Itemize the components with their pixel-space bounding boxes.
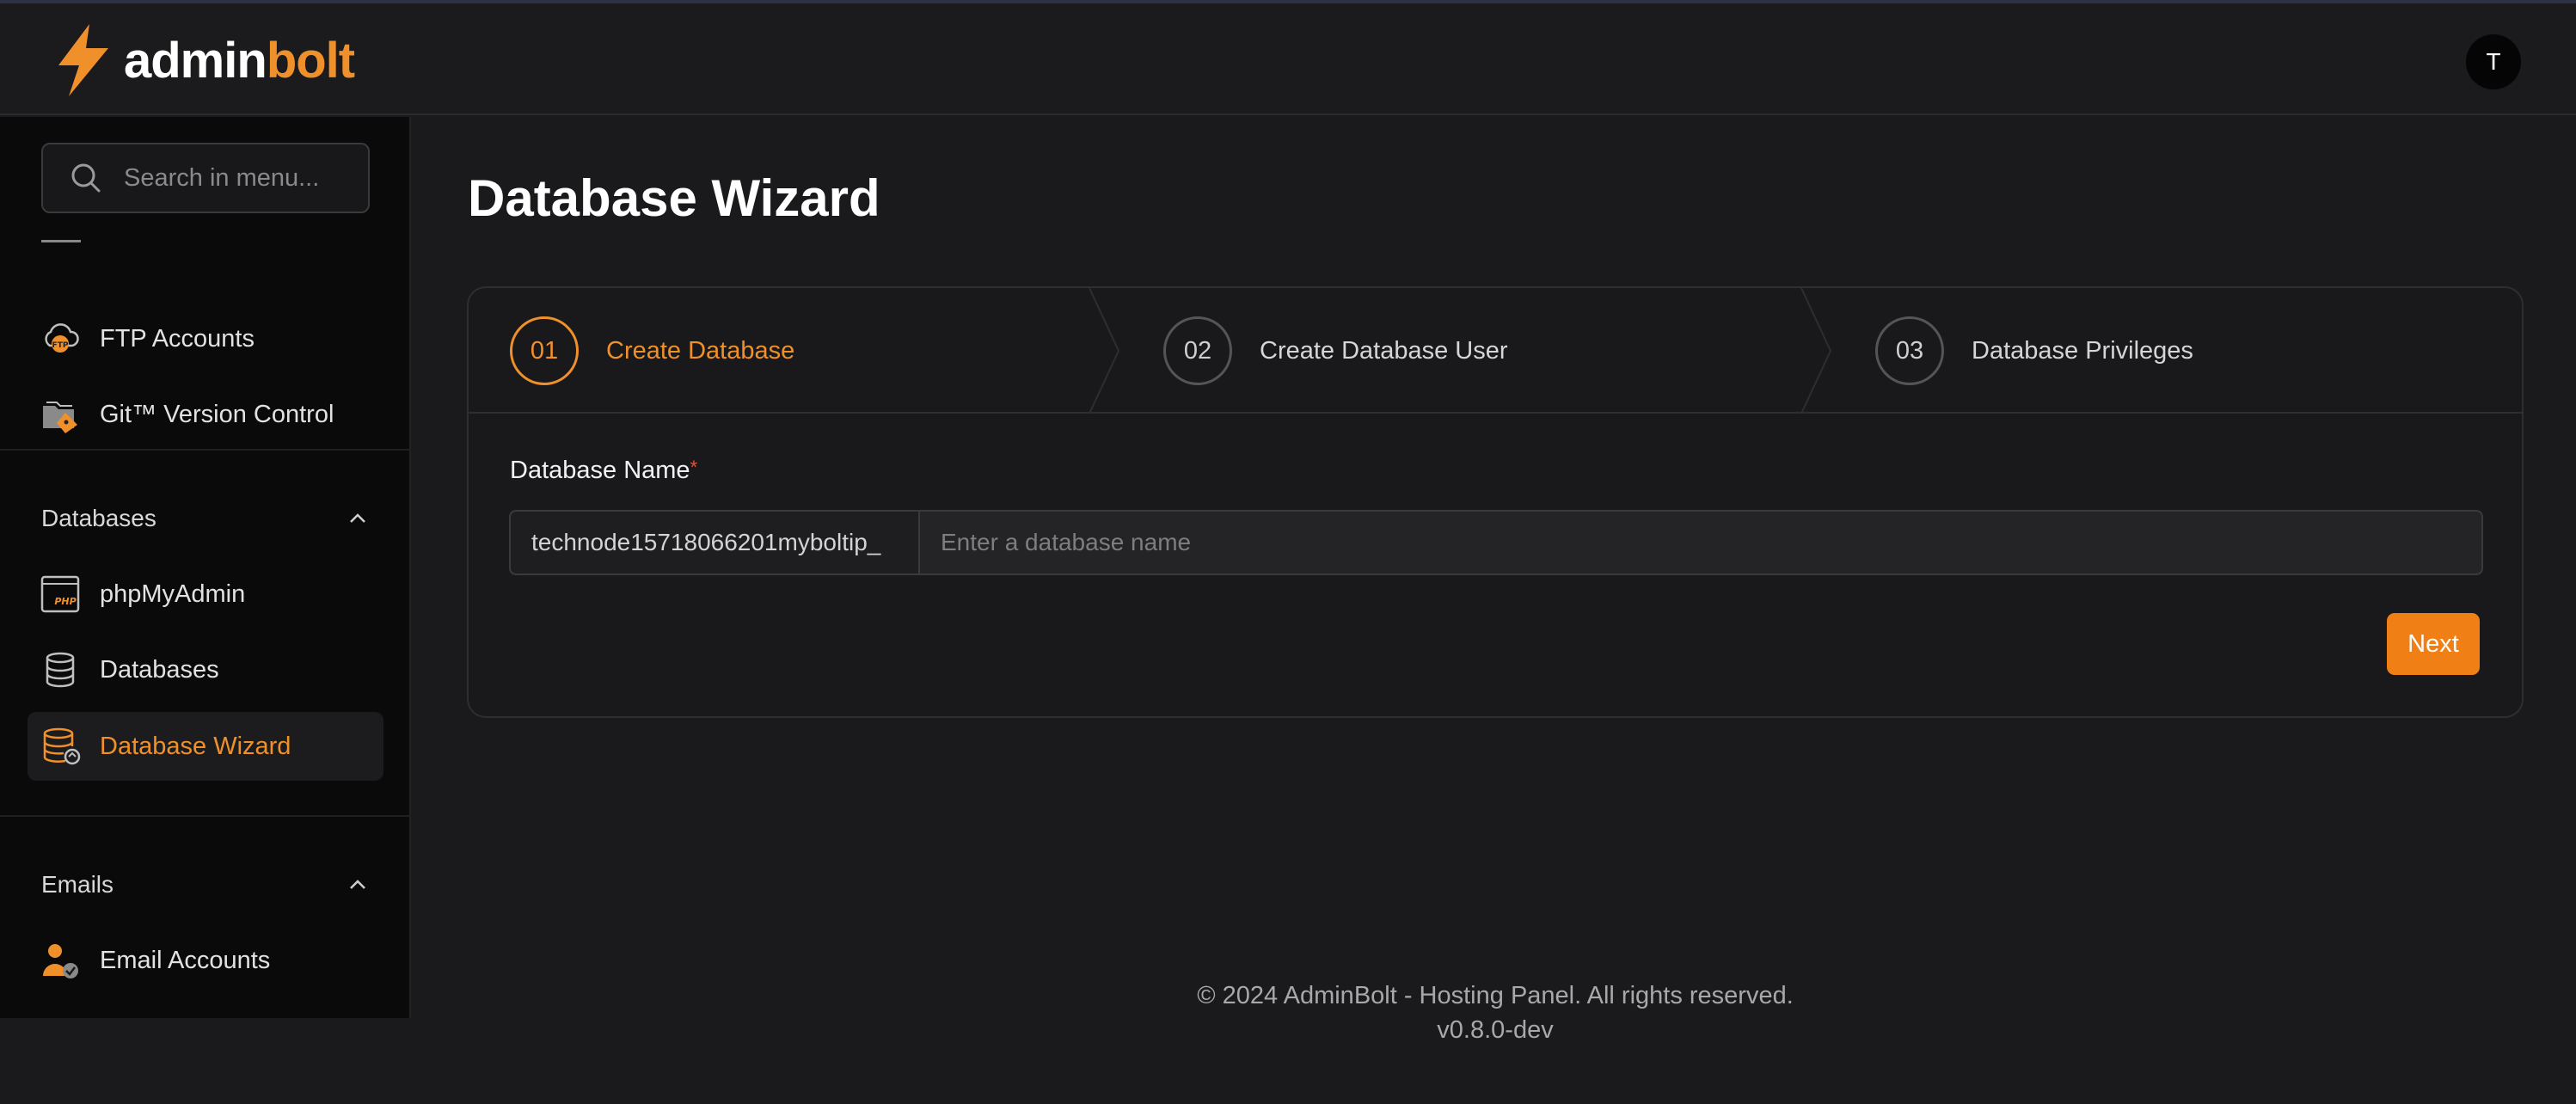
lightning-bolt-icon <box>58 24 108 96</box>
sidebar-item-phpmyadmin[interactable]: PHP phpMyAdmin <box>28 560 383 629</box>
step-number: 02 <box>1163 316 1232 385</box>
sidebar: FTP FTP Accounts Git™ Version Control Da… <box>0 117 411 1018</box>
step-separator-chevron-icon <box>1800 288 1832 414</box>
sidebar-item-email-accounts[interactable]: Email Accounts <box>28 926 383 995</box>
step-number: 03 <box>1875 316 1944 385</box>
ftp-cloud-icon: FTP <box>40 318 81 359</box>
sidebar-item-label: FTP Accounts <box>100 324 255 353</box>
email-user-icon <box>40 940 81 981</box>
sidebar-search-input[interactable] <box>124 163 356 193</box>
field-label-text: Database Name <box>510 457 690 484</box>
sidebar-item-label: phpMyAdmin <box>100 580 246 608</box>
sidebar-item-git-version-control[interactable]: Git™ Version Control <box>28 380 383 449</box>
chevron-up-icon <box>350 880 365 889</box>
sidebar-item-label: Databases <box>100 655 219 684</box>
brand-name-part1: admin <box>124 32 267 89</box>
version-text: v0.8.0-dev <box>1437 1016 1554 1044</box>
required-asterisk: * <box>690 457 698 478</box>
database-wizard-icon <box>40 726 81 767</box>
php-window-icon: PHP <box>40 573 81 615</box>
database-prefix: technode15718066201myboltip_ <box>511 512 920 573</box>
page-title: Database Wizard <box>468 169 880 227</box>
sidebar-search <box>41 143 370 213</box>
user-avatar[interactable]: T <box>2466 34 2521 89</box>
database-name-input[interactable] <box>920 512 2481 573</box>
sidebar-divider <box>0 815 409 817</box>
section-header-databases[interactable]: Databases <box>41 497 370 540</box>
wizard-step-database-privileges[interactable]: 03 Database Privileges <box>1875 288 2193 414</box>
step-label: Create Database <box>606 336 795 365</box>
step-number: 01 <box>510 316 579 385</box>
section-header-emails[interactable]: Emails <box>41 863 370 906</box>
chevron-up-icon <box>350 513 365 523</box>
step-label: Create Database User <box>1260 336 1508 365</box>
sidebar-item-label: Git™ Version Control <box>100 400 334 428</box>
sidebar-divider <box>0 449 409 451</box>
top-header: adminbolt T <box>0 3 2576 115</box>
brand-name-part2: bolt <box>266 32 355 89</box>
wizard-card: 01 Create Database 02 Create Database Us… <box>467 286 2524 718</box>
brand-name: adminbolt <box>124 32 355 89</box>
section-title: Databases <box>41 505 156 531</box>
database-name-label: Database Name* <box>510 457 697 485</box>
clipped-menu-item <box>41 237 81 242</box>
brand-logo[interactable]: adminbolt <box>52 22 355 98</box>
sidebar-item-ftp-accounts[interactable]: FTP FTP Accounts <box>28 304 383 373</box>
svg-text:FTP: FTP <box>52 341 69 350</box>
database-icon <box>40 649 81 690</box>
next-button[interactable]: Next <box>2387 613 2480 675</box>
wizard-step-create-database-user[interactable]: 02 Create Database User <box>1163 288 1508 414</box>
wizard-step-create-database[interactable]: 01 Create Database <box>510 288 794 414</box>
git-folder-icon <box>40 394 81 435</box>
step-label: Database Privileges <box>1972 336 2193 365</box>
wizard-steps: 01 Create Database 02 Create Database Us… <box>469 288 2522 414</box>
database-name-input-group: technode15718066201myboltip_ <box>509 510 2483 575</box>
sidebar-item-label: Database Wizard <box>100 732 291 760</box>
sidebar-item-label: Email Accounts <box>100 946 271 974</box>
sidebar-item-database-wizard[interactable]: Database Wizard <box>28 712 383 781</box>
sidebar-item-databases[interactable]: Databases <box>28 635 383 704</box>
section-title: Emails <box>41 871 114 898</box>
search-icon <box>71 163 101 193</box>
copyright-text: © 2024 AdminBolt - Hosting Panel. All ri… <box>1197 982 1794 1009</box>
step-separator-chevron-icon <box>1089 288 1120 414</box>
svg-text:PHP: PHP <box>54 596 76 607</box>
page-footer: © 2024 AdminBolt - Hosting Panel. All ri… <box>467 978 2524 1047</box>
